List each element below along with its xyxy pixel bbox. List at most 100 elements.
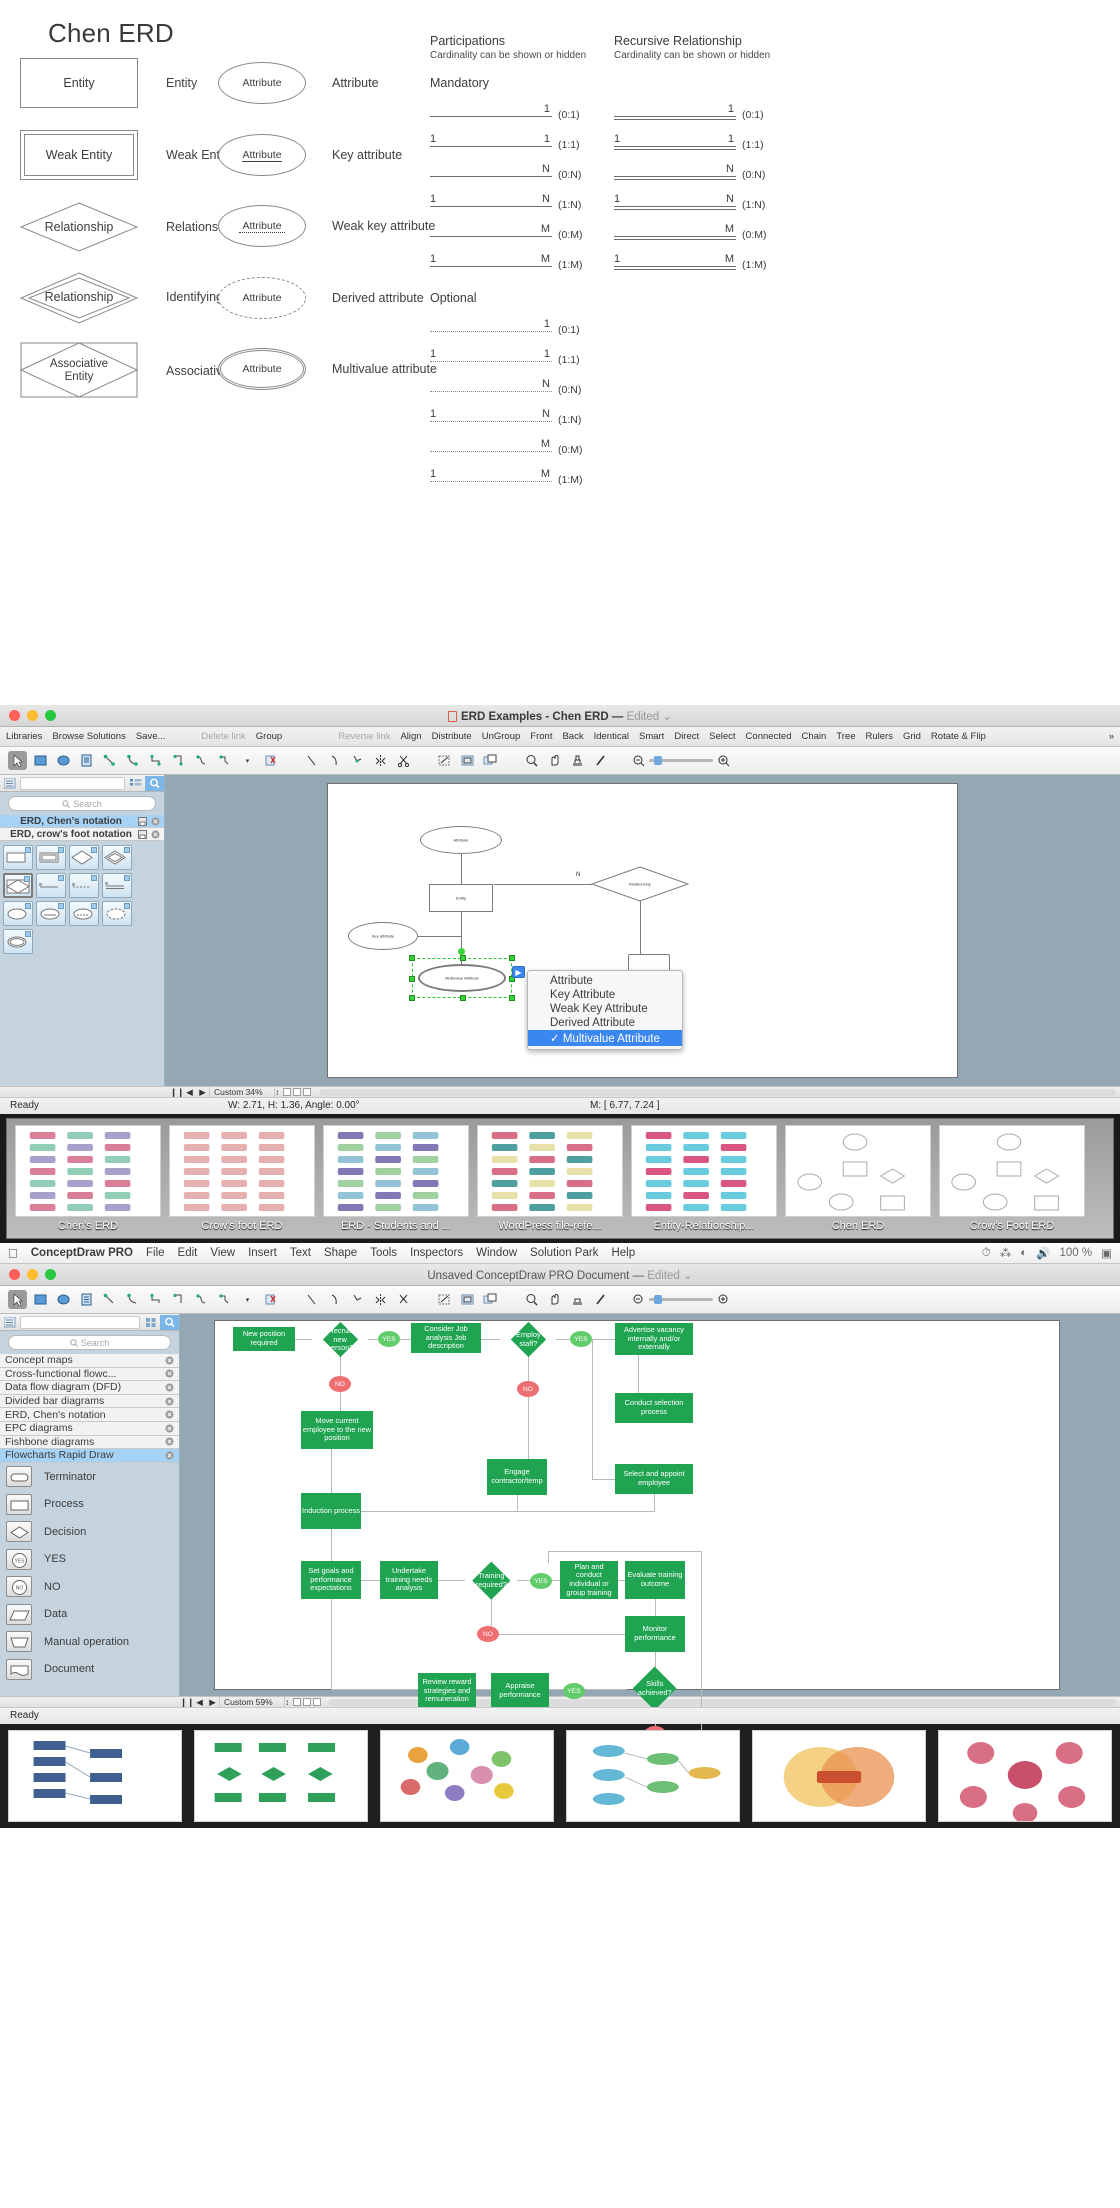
thumbnail-preview[interactable] [477,1125,623,1217]
battery-percent[interactable]: 100 % [1060,1247,1093,1259]
window2-toolbar[interactable]: ▾ [0,1286,1120,1314]
delete-link-tool-icon-2[interactable] [261,1290,280,1309]
cmd-direct[interactable]: Direct [674,731,699,742]
close-library-icon[interactable] [165,1383,174,1392]
flowchart-process-node[interactable]: Consider Job analysis Job description [411,1323,481,1353]
connector-options-chevron-icon[interactable]: ▾ [238,751,257,770]
cmd-browse-solutions[interactable]: Browse Solutions [52,731,125,742]
cmd-distribute[interactable]: Distribute [432,731,472,742]
hand-tool-icon-2[interactable] [545,1290,564,1309]
bottom-thumb-1[interactable] [8,1730,182,1822]
zoom-level-value[interactable]: Custom 34% [209,1087,275,1097]
window1-command-bar[interactable]: Libraries Browse Solutions Save... Delet… [0,727,1120,747]
yes-shape-icon[interactable]: YES [6,1548,32,1570]
stamp-tool-icon-2[interactable] [568,1290,587,1309]
stencil-dotted-connector[interactable] [69,873,99,898]
overflow-chevron-icon[interactable]: » [1109,731,1114,742]
cmd-align[interactable]: Align [400,731,421,742]
rotation-handle[interactable] [458,948,465,955]
flowchart-process-node[interactable]: Select and appoint employee [615,1464,693,1494]
bottom-thumb-3[interactable] [380,1730,554,1822]
menu-solution-park[interactable]: Solution Park [530,1247,598,1259]
window2-edited-badge[interactable]: Edited [647,1270,680,1282]
library-path-field-2[interactable] [20,1315,140,1329]
cmd-tree[interactable]: Tree [836,731,855,742]
cmd-chain[interactable]: Chain [802,731,827,742]
search-input[interactable]: Search [8,796,156,811]
page-mode-3[interactable] [303,1088,312,1096]
cmd-rulers[interactable]: Rulers [866,731,893,742]
stencil-attribute[interactable] [3,901,33,926]
library-search-row[interactable]: Search [0,792,164,815]
thumbnail-preview[interactable] [785,1125,931,1217]
prev-page-icon-2[interactable]: ◀ [193,1697,206,1708]
straight-line-icon-2[interactable] [302,1290,321,1309]
library-search-icon-2[interactable] [160,1314,179,1330]
zoom-in-icon[interactable] [717,754,730,767]
shape-item-document[interactable]: Document [0,1655,179,1683]
rotate-shape-icon[interactable] [435,751,454,770]
close-library-icon[interactable] [165,1451,174,1460]
close-library-icon[interactable] [165,1424,174,1433]
flowchart-yes-node[interactable]: YES [530,1573,552,1589]
close-library-icon[interactable] [165,1369,174,1378]
menu-insert[interactable]: Insert [248,1247,277,1259]
volume-icon[interactable]: 🔊 [1036,1246,1050,1260]
resize-handle-w[interactable] [409,976,415,982]
zoom-slider-knob[interactable] [654,756,662,765]
stencil-derived-attribute[interactable] [102,901,132,926]
flowchart-yes-node[interactable]: YES [570,1331,592,1347]
multi-connector-tool-icon[interactable] [215,751,234,770]
cmd-select[interactable]: Select [709,731,735,742]
scissors-icon[interactable] [394,751,413,770]
arrange-objects-icon[interactable] [481,751,500,770]
group-objects-icon-2[interactable] [458,1290,477,1309]
pointer-tool-icon-2[interactable] [8,1290,27,1309]
line-connector-tool-icon[interactable] [100,751,119,770]
stencil-identifying-relationship[interactable] [102,845,132,870]
elbow-connector-tool-icon[interactable] [146,751,165,770]
horizontal-scrollbar[interactable] [319,1088,1116,1096]
thumbnail-preview[interactable] [323,1125,469,1217]
time-machine-icon[interactable]: ⏱ [982,1247,991,1260]
bluetooth-icon[interactable]: ⁂ [1000,1246,1012,1260]
pen-tool-icon-2[interactable] [591,1290,610,1309]
shape-item-no[interactable]: NO NO [0,1573,179,1601]
mirror-icon-2[interactable] [371,1290,390,1309]
menu-tools[interactable]: Tools [370,1247,397,1259]
zoom-out-icon-2[interactable] [632,1293,645,1306]
cmd-smart[interactable]: Smart [639,731,664,742]
library-grid-icon-2[interactable] [141,1315,160,1330]
window2-titlebar[interactable]: Unsaved ConceptDraw PRO Document — Edite… [0,1264,1120,1286]
ctx-item-weak-key-attribute[interactable]: Weak Key Attribute [528,1002,682,1016]
ellipse-tool-icon[interactable] [54,751,73,770]
shape-item-yes[interactable]: YES YES [0,1545,179,1573]
library2-item-5[interactable]: EPC diagrams [0,1421,179,1436]
pause-layout-icon-2[interactable]: ❙❙ [180,1697,194,1708]
library-tabs[interactable] [0,775,164,792]
zoom-slider-knob-2[interactable] [654,1295,662,1304]
stencil-multivalue-attribute[interactable] [3,929,33,954]
search-input-2[interactable]: Search [8,1335,171,1350]
resize-handle-sw[interactable] [409,995,415,1001]
data-shape-icon[interactable] [6,1603,32,1625]
resize-handle-n[interactable] [460,955,466,961]
library-tree-icon[interactable] [0,776,19,791]
flowchart-no-node[interactable]: NO [477,1626,499,1642]
library-path-field[interactable] [20,776,125,790]
thumbnail-row[interactable]: Chen's ERD Crow's foot ERD ERD - Students … [6,1118,1114,1239]
close-library-icon[interactable] [151,830,160,839]
title-chevron-icon[interactable]: ⌄ [662,711,672,723]
menu-edit[interactable]: Edit [178,1247,198,1259]
shape-item-data[interactable]: Data [0,1600,179,1628]
shape-item-manual-operation[interactable]: Manual operation [0,1628,179,1656]
scissors-icon-2[interactable] [394,1290,413,1309]
connector-options-chevron-icon-2[interactable]: ▾ [238,1290,257,1309]
zoom-tool-icon-2[interactable] [522,1290,541,1309]
zoom-slider-track-2[interactable] [649,1295,713,1304]
library2-item-0[interactable]: Concept maps [0,1354,179,1368]
bottom-thumb-6[interactable] [938,1730,1112,1822]
page-view-modes[interactable] [279,1088,315,1096]
delete-link-tool-icon[interactable] [261,751,280,770]
close-library-icon[interactable] [165,1356,174,1365]
